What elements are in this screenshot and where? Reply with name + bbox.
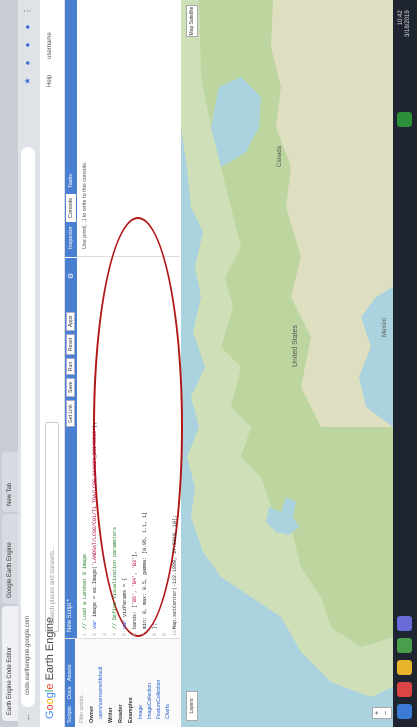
browser-tab-active[interactable]: Earth Engine Code Editor xyxy=(2,606,18,721)
line-number: 2 xyxy=(92,632,98,636)
run-button[interactable]: Run xyxy=(66,357,75,375)
app-icon[interactable] xyxy=(397,638,412,653)
apps-button[interactable]: Apps xyxy=(66,311,75,331)
tree-item[interactable]: FeatureCollection xyxy=(156,680,162,719)
layers-button[interactable]: Layers xyxy=(186,691,198,721)
code-token: }; xyxy=(152,622,158,629)
code-token: min: 0, max: 0.5, gamma: [0.95, 1.1, 1] xyxy=(142,511,148,629)
settings-icon[interactable]: ⚙ xyxy=(67,273,75,279)
line-number: 9 xyxy=(162,632,168,636)
line-number: 4 xyxy=(112,632,118,636)
code-line[interactable]: // Load a Landsat 8 image xyxy=(82,554,88,629)
help-menu[interactable]: Help xyxy=(47,75,53,87)
line-number: 1 xyxy=(82,632,88,636)
extension-icon[interactable]: ● xyxy=(22,57,34,69)
code-token: // Define visualization parameters xyxy=(112,526,118,629)
code-line[interactable]: // Define visualization parameters xyxy=(112,527,118,629)
line-number: 8 xyxy=(152,632,158,636)
tab-docs[interactable]: Docs xyxy=(65,686,75,699)
code-token: 'B5', 'B4', 'B3' xyxy=(132,556,138,605)
folder-icon[interactable] xyxy=(397,660,412,675)
script-title[interactable]: New Script * xyxy=(67,599,73,632)
tray-icon[interactable] xyxy=(397,112,412,127)
tab-console[interactable]: Console xyxy=(66,193,76,222)
code-line[interactable]: var image = ee.Image('LANDSAT/LC08/C01/T… xyxy=(92,422,98,629)
reset-button[interactable]: Reset xyxy=(66,333,75,355)
browser-tab[interactable]: New Tab xyxy=(2,452,18,512)
extension-icon[interactable]: ● xyxy=(22,39,34,51)
code-token: var xyxy=(92,616,98,629)
search-input[interactable]: Search places and datasets... xyxy=(45,422,59,632)
line-number: 6 xyxy=(132,632,138,636)
line-number: 5 xyxy=(122,632,128,636)
zoom-control[interactable]: + − xyxy=(372,707,392,719)
taskbar-clock: 10:42 3/18/2019 xyxy=(398,10,411,37)
code-line[interactable]: min: 0, max: 0.5, gamma: [0.95, 1.1, 1] xyxy=(142,512,148,629)
tree-item[interactable]: ImageCollection xyxy=(147,683,153,719)
tab-assets[interactable]: Assets xyxy=(65,664,75,681)
address-bar[interactable]: code.earthengine.google.com xyxy=(21,147,35,707)
app-icon[interactable] xyxy=(397,616,412,631)
tab-inspector[interactable]: Inspector xyxy=(66,222,76,253)
code-token: // Load a Landsat 8 image xyxy=(82,553,88,629)
account-menu[interactable]: username xyxy=(47,32,53,59)
map-type-toggle[interactable]: Map Satellite xyxy=(186,5,198,37)
console-message: Use print(...) to write to this console. xyxy=(82,161,88,249)
menu-icon[interactable]: ⋮ xyxy=(22,5,34,17)
tree-item[interactable]: Charts xyxy=(165,704,171,719)
tree-folder[interactable]: Writer xyxy=(108,707,114,723)
code-token: ], xyxy=(132,550,138,557)
code-token: bands: [ xyxy=(132,604,138,629)
code-token: 'LANDSAT/LC08/C01/T1_TOA/LC08_044034_201… xyxy=(92,427,98,566)
screen: Earth Engine Code Editor Google Earth En… xyxy=(0,0,417,727)
browser-tab[interactable]: Google Earth Engine xyxy=(2,514,18,604)
back-icon[interactable]: ← xyxy=(22,711,34,723)
tree-item[interactable]: Image xyxy=(138,705,144,719)
tree-folder[interactable]: Reader xyxy=(118,704,124,723)
save-button[interactable]: Save xyxy=(66,377,75,397)
get-link-button[interactable]: Get Link xyxy=(66,400,75,427)
code-token: Map.setCenter(-122.1899, 37.5010, 10); xyxy=(172,514,178,629)
tree-item[interactable]: users/username/default xyxy=(98,667,104,719)
annotation-ellipse xyxy=(93,217,183,637)
start-icon[interactable] xyxy=(397,704,412,719)
zoom-out-button[interactable]: − xyxy=(382,708,391,718)
map-label-country: Canada xyxy=(277,145,283,167)
map-canvas[interactable]: United States Mexico Canada xyxy=(181,0,393,727)
code-line[interactable]: var vizParams = { xyxy=(122,578,128,629)
zoom-in-button[interactable]: + xyxy=(373,708,382,718)
line-number: 10 xyxy=(172,629,178,636)
profile-icon[interactable]: ● xyxy=(22,21,34,33)
line-number: 7 xyxy=(142,632,148,636)
code-token: ); xyxy=(92,421,98,428)
app-logo: Google Earth Engine xyxy=(44,616,56,719)
tab-scripts[interactable]: Scripts xyxy=(65,706,75,723)
code-token: image = ee.Image( xyxy=(92,565,98,617)
code-token: vizParams = { xyxy=(122,577,128,617)
star-icon[interactable]: ★ xyxy=(22,75,34,87)
script-filter-input[interactable]: Filter scripts... xyxy=(79,692,85,723)
tree-folder[interactable]: Examples xyxy=(128,697,134,723)
map-label-country: United States xyxy=(292,324,299,367)
map-label-country: Mexico xyxy=(382,317,388,337)
code-token: var xyxy=(122,616,128,629)
tree-folder[interactable]: Owner xyxy=(89,706,95,723)
line-number: 3 xyxy=(102,632,108,636)
app-icon[interactable] xyxy=(397,682,412,697)
tab-tasks[interactable]: Tasks xyxy=(66,170,76,192)
code-line[interactable]: Map.setCenter(-122.1899, 37.5010, 10); xyxy=(172,515,178,629)
code-line[interactable]: bands: ['B5', 'B4', 'B3'], xyxy=(132,551,138,629)
code-line[interactable]: }; xyxy=(152,623,158,629)
